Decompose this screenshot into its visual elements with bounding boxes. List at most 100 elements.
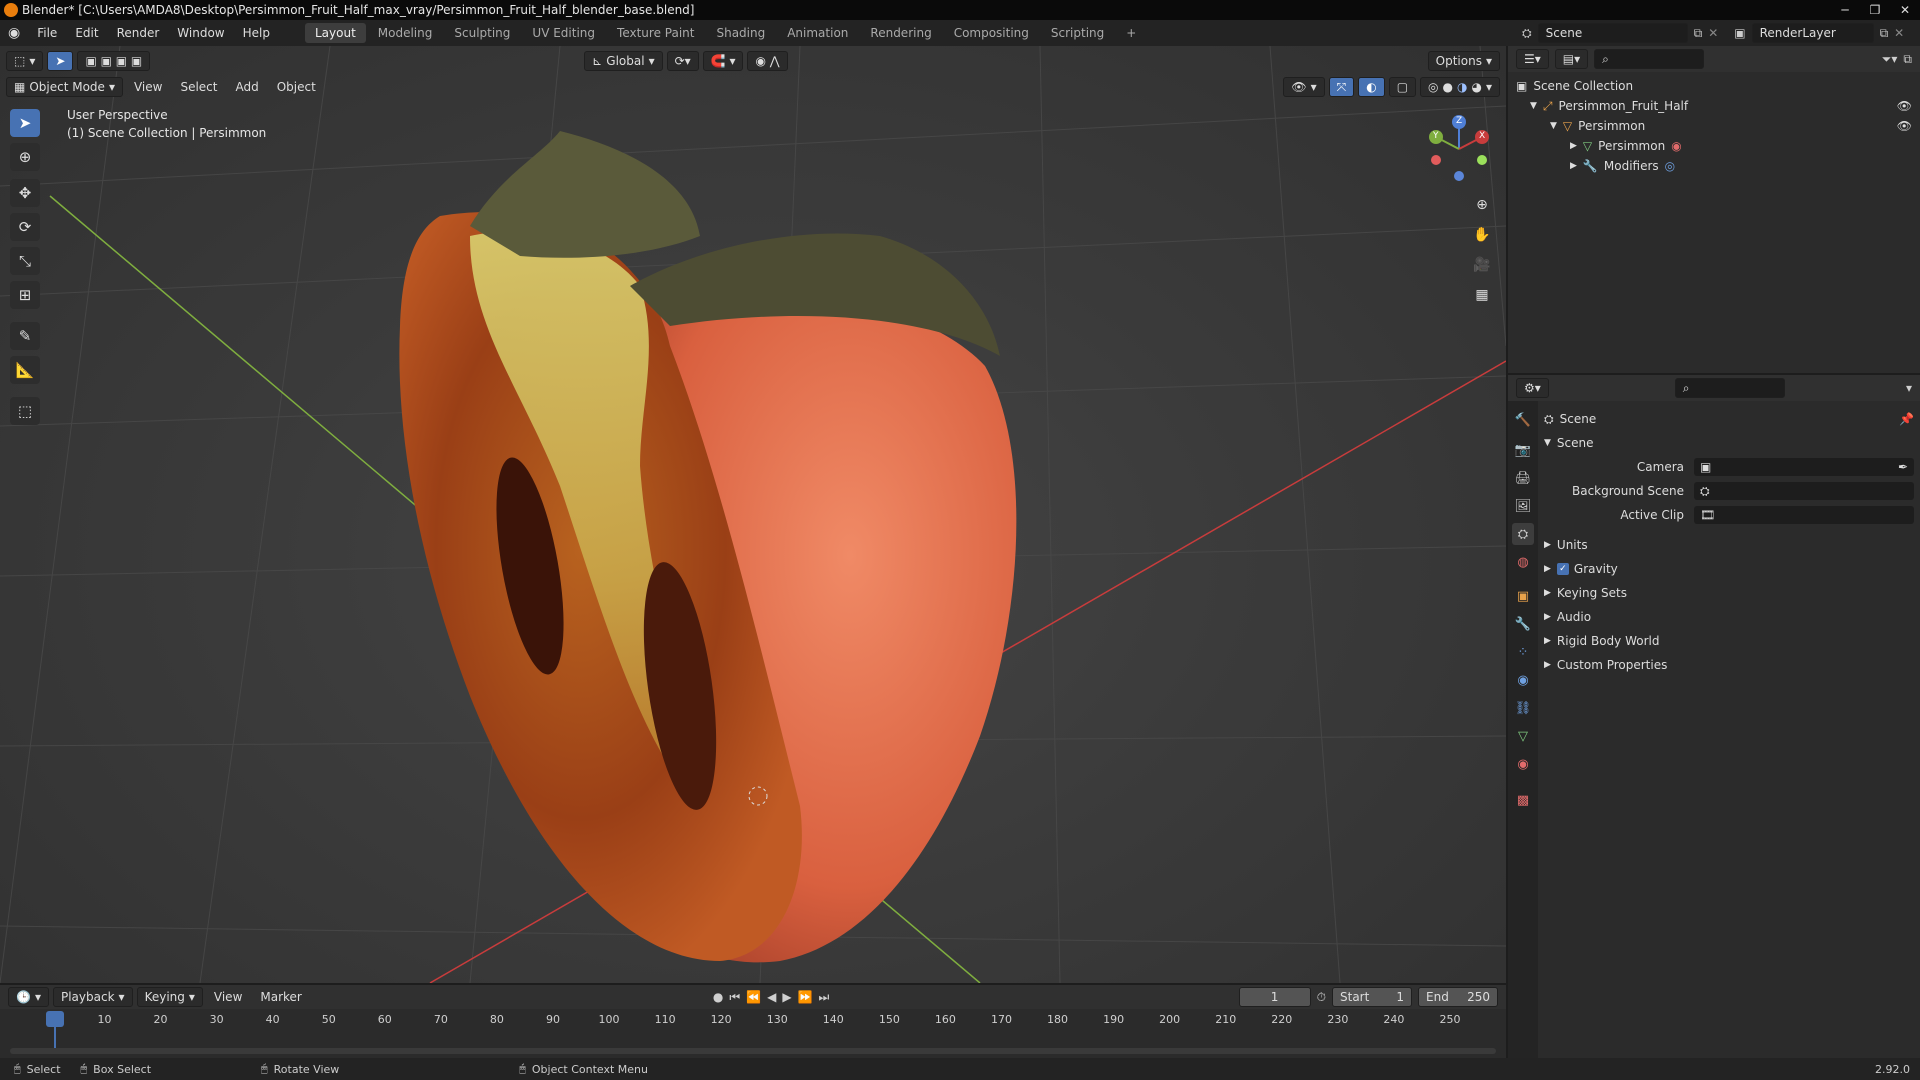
jump-end-icon[interactable]: ⏭	[819, 990, 830, 1005]
outliner-item-scene-collection[interactable]: ▣ Scene Collection	[1516, 76, 1912, 96]
shading-modes[interactable]: ◎ ● ◑ ◕ ▾	[1420, 77, 1500, 97]
transform-orientation-dropdown[interactable]: ⊾ Global ▾	[584, 51, 663, 71]
tab-animation[interactable]: Animation	[777, 23, 858, 43]
jump-start-icon[interactable]: ⏮	[729, 990, 740, 1005]
select-box-tool-button[interactable]: ➤	[47, 51, 74, 71]
menu-help[interactable]: Help	[234, 26, 279, 40]
timeline-menu-marker[interactable]: Marker	[253, 990, 308, 1004]
camera-field[interactable]: ▣ ✒	[1694, 458, 1914, 476]
end-frame-field[interactable]: End 250	[1418, 987, 1498, 1007]
add-cube-tool-icon[interactable]: ⬚	[10, 397, 40, 425]
tool-tab-icon[interactable]: 🔨	[1512, 409, 1534, 431]
outliner-item-persimmon-object[interactable]: ▼ ▽ Persimmon 👁	[1516, 116, 1912, 136]
modifier-tab-icon[interactable]: 🔧	[1512, 613, 1534, 635]
playback-dropdown[interactable]: Playback ▾	[52, 987, 133, 1007]
eyedropper-icon[interactable]: ✒	[1898, 460, 1908, 474]
selection-mode-buttons[interactable]: ▣ ▣ ▣ ▣	[77, 51, 151, 71]
gravity-checkbox[interactable]: ✓	[1556, 563, 1569, 575]
timeline-scrollbar[interactable]	[10, 1048, 1496, 1054]
pan-hand-icon[interactable]: ✋	[1469, 222, 1495, 248]
scene-selector[interactable]: Scene	[1537, 23, 1688, 43]
scene-tab-icon[interactable]: ⛭	[1512, 523, 1534, 545]
properties-editor-type[interactable]: ⚙▾	[1516, 378, 1549, 398]
3d-viewport[interactable]: ⬚ ▾ ➤ ▣ ▣ ▣ ▣ ⊾ Global ▾ ⟳▾ 🧲 ▾ ◉ ⋀ Options…	[0, 46, 1506, 983]
audio-subpanel[interactable]: ▶ Audio	[1544, 605, 1914, 629]
playhead[interactable]	[46, 1011, 64, 1027]
render-layer-icon[interactable]: ▣	[1734, 26, 1745, 40]
properties-search-input[interactable]: ⌕	[1674, 378, 1785, 398]
tab-sculpting[interactable]: Sculpting	[444, 23, 520, 43]
render-tab-icon[interactable]: 📷	[1512, 439, 1534, 461]
scale-tool-icon[interactable]: ⤡	[10, 247, 40, 275]
outliner-item-fruit-half[interactable]: ▼ ⤢ Persimmon_Fruit_Half 👁	[1516, 96, 1912, 116]
maximize-icon[interactable]: ❐	[1860, 0, 1890, 20]
timeline-editor-type[interactable]: 🕒 ▾	[8, 987, 49, 1007]
rotate-tool-icon[interactable]: ⟳	[10, 213, 40, 241]
tab-modeling[interactable]: Modeling	[368, 23, 443, 43]
snap-button[interactable]: 🧲 ▾	[702, 51, 744, 71]
viewport-scene[interactable]	[0, 46, 1506, 983]
next-keyframe-icon[interactable]: ⏩	[798, 990, 813, 1004]
frame-ruler[interactable]: 1102030405060708090100110120130140150160…	[0, 1013, 1506, 1029]
expand-triangle-icon[interactable]: ▼	[1550, 121, 1557, 131]
viewport-menu-select[interactable]: Select	[173, 80, 224, 94]
render-layer-selector[interactable]: RenderLayer	[1751, 23, 1874, 43]
collapse-triangle-icon[interactable]: ▶	[1570, 161, 1577, 171]
viewport-menu-object[interactable]: Object	[270, 80, 323, 94]
start-frame-field[interactable]: Start 1	[1332, 987, 1412, 1007]
camera-view-icon[interactable]: 🎥	[1469, 252, 1495, 278]
measure-tool-icon[interactable]: 📐	[10, 356, 40, 384]
data-tab-icon[interactable]: ▽	[1512, 725, 1534, 747]
remove-layer-icon[interactable]: ✕	[1894, 26, 1904, 40]
collapse-triangle-icon[interactable]: ▶	[1570, 141, 1577, 151]
keying-dropdown[interactable]: Keying ▾	[136, 987, 203, 1007]
new-layer-icon[interactable]: ⧉	[1880, 26, 1889, 41]
visibility-dropdown[interactable]: 👁 ▾	[1283, 77, 1325, 97]
expand-triangle-icon[interactable]: ▼	[1530, 101, 1537, 111]
navigation-gizmo[interactable]: Z X Y	[1422, 112, 1496, 186]
tab-shading[interactable]: Shading	[706, 23, 775, 43]
material-tab-icon[interactable]: ◉	[1512, 753, 1534, 775]
active-clip-field[interactable]: 🎞	[1694, 506, 1914, 524]
tab-compositing[interactable]: Compositing	[944, 23, 1039, 43]
timeline-menu-view[interactable]: View	[207, 990, 249, 1004]
minimize-icon[interactable]: ─	[1830, 0, 1860, 20]
tab-texture-paint[interactable]: Texture Paint	[607, 23, 704, 43]
annotate-tool-icon[interactable]: ✎	[10, 322, 40, 350]
preview-range-icon[interactable]: ⏱	[1317, 990, 1326, 1005]
prev-keyframe-icon[interactable]: ⏪	[746, 990, 761, 1004]
tab-uv-editing[interactable]: UV Editing	[522, 23, 605, 43]
gravity-subpanel[interactable]: ▶ ✓ Gravity	[1544, 557, 1914, 581]
new-collection-icon[interactable]: ⧉	[1903, 52, 1912, 67]
play-icon[interactable]: ▶	[782, 990, 791, 1004]
outliner-editor-type[interactable]: ☰▾	[1516, 49, 1549, 69]
perspective-grid-icon[interactable]: ▦	[1469, 282, 1495, 308]
tab-scripting[interactable]: Scripting	[1041, 23, 1114, 43]
units-subpanel[interactable]: ▶ Units	[1544, 533, 1914, 557]
keying-sets-subpanel[interactable]: ▶ Keying Sets	[1544, 581, 1914, 605]
zoom-icon[interactable]: ⊕	[1469, 192, 1495, 218]
viewport-menu-view[interactable]: View	[127, 80, 169, 94]
options-chevron-icon[interactable]: ▾	[1906, 381, 1912, 395]
physics-tab-icon[interactable]: ◉	[1512, 669, 1534, 691]
new-scene-icon[interactable]: ⧉	[1694, 26, 1703, 41]
play-reverse-icon[interactable]: ◀	[767, 990, 776, 1004]
rigid-body-world-subpanel[interactable]: ▶ Rigid Body World	[1544, 629, 1914, 653]
outliner-item-modifiers[interactable]: ▶ 🔧 Modifiers ◎	[1516, 156, 1912, 176]
pivot-point-dropdown[interactable]: ⟳▾	[666, 51, 699, 71]
editor-type-button[interactable]: ⬚ ▾	[6, 51, 44, 71]
view-layer-tab-icon[interactable]: 🖼	[1512, 495, 1534, 517]
move-tool-icon[interactable]: ✥	[10, 179, 40, 207]
gizmo-toggle[interactable]: ⤧	[1328, 77, 1355, 97]
current-frame-field[interactable]: 1	[1238, 987, 1311, 1007]
blender-menu-icon[interactable]: ◉	[0, 25, 28, 41]
pin-icon[interactable]: 📌	[1899, 412, 1914, 426]
options-dropdown[interactable]: Options ▾	[1427, 51, 1500, 71]
mode-dropdown[interactable]: ▦ Object Mode ▾	[6, 77, 123, 97]
persimmon-mesh[interactable]	[399, 131, 1017, 963]
record-icon[interactable]: ●	[713, 990, 723, 1004]
cursor-tool-icon[interactable]: ⊕	[10, 143, 40, 171]
proportional-edit-button[interactable]: ◉ ⋀	[747, 51, 788, 71]
transform-tool-icon[interactable]: ⊞	[10, 281, 40, 309]
xray-toggle[interactable]: ▢	[1388, 77, 1417, 97]
